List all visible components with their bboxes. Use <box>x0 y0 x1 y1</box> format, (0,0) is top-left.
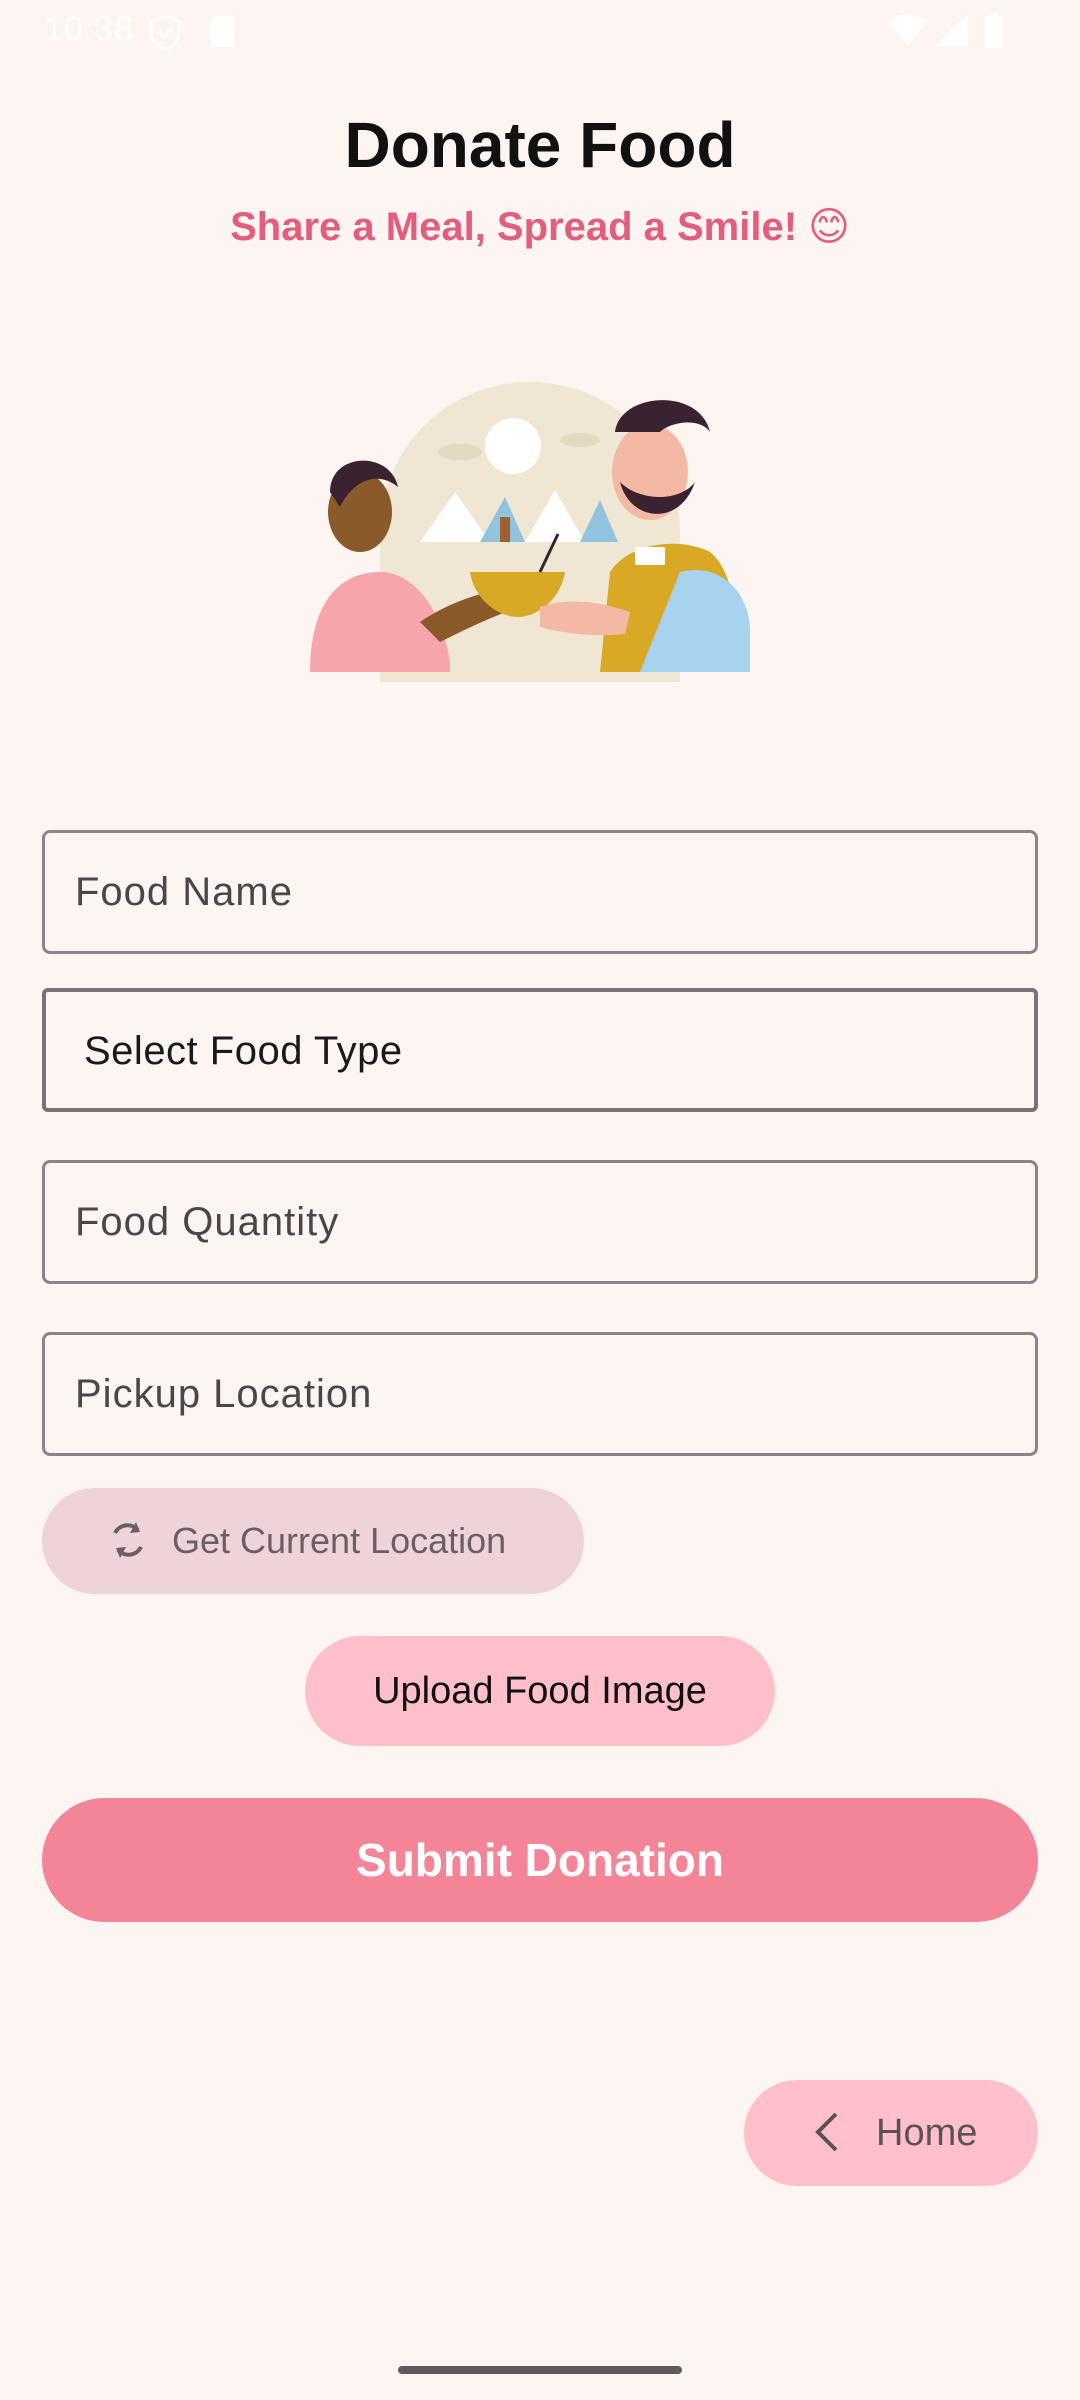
sun-icon <box>485 418 541 474</box>
food-type-selected-value: Select Food Type <box>84 1029 403 1073</box>
wifi-icon <box>888 14 928 45</box>
food-quantity-field[interactable]: Food Quantity <box>42 1160 1038 1284</box>
upload-food-image-button[interactable]: Upload Food Image <box>305 1636 775 1746</box>
status-time: 10:38 <box>44 10 135 48</box>
refresh-icon <box>113 1522 143 1558</box>
get-current-location-label: Get Current Location <box>172 1520 507 1561</box>
home-button-label: Home <box>876 2112 978 2154</box>
shield-icon <box>149 14 181 50</box>
donate-food-screen: 10:38 Donate Food Share a Meal, Spread a… <box>0 0 1080 2400</box>
upload-food-image-label: Upload Food Image <box>373 1670 707 1712</box>
page-subtitle: Share a Meal, Spread a Smile! 😊 <box>230 205 850 249</box>
status-bar: 10:38 <box>0 0 1080 64</box>
get-current-location-button[interactable]: Get Current Location <box>42 1488 584 1594</box>
food-name-placeholder: Food Name <box>75 870 293 914</box>
food-quantity-placeholder: Food Quantity <box>75 1200 340 1244</box>
food-donation-illustration <box>310 382 750 682</box>
signal-icon <box>936 14 968 46</box>
gesture-navigation-bar[interactable] <box>398 2366 682 2374</box>
pickup-location-placeholder: Pickup Location <box>75 1372 373 1416</box>
page-title: Donate Food <box>344 109 736 181</box>
chevron-left-icon <box>815 2112 838 2152</box>
food-type-select[interactable]: Select Food Type <box>42 988 1038 1112</box>
pickup-location-field[interactable]: Pickup Location <box>42 1332 1038 1456</box>
submit-donation-label: Submit Donation <box>356 1834 724 1886</box>
food-name-field[interactable]: Food Name <box>42 830 1038 954</box>
battery-icon <box>985 12 1003 48</box>
submit-donation-button[interactable]: Submit Donation <box>42 1798 1038 1922</box>
sd-card-icon <box>210 15 234 47</box>
home-button[interactable]: Home <box>744 2080 1038 2186</box>
